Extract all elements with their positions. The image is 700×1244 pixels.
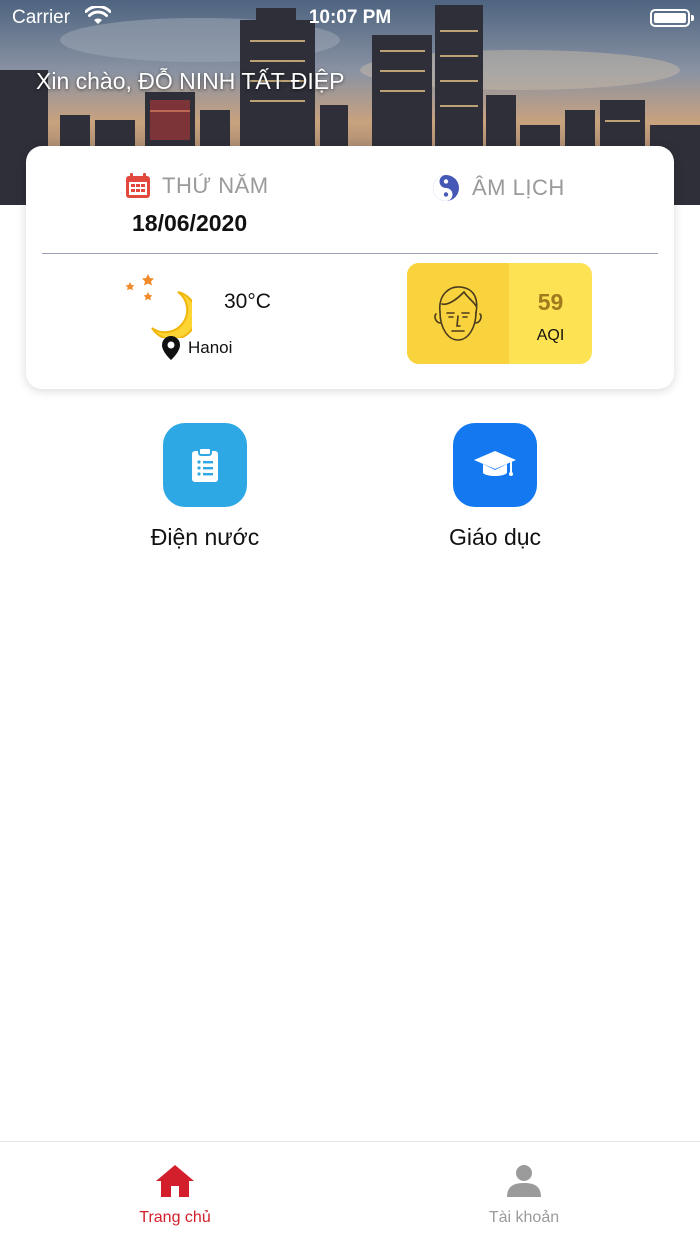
dien-nuoc-button[interactable] bbox=[163, 423, 247, 507]
card-divider bbox=[42, 253, 658, 254]
user-icon bbox=[507, 1165, 541, 1197]
battery-icon bbox=[650, 9, 694, 27]
tab-tai-khoan-label: Tài khoản bbox=[488, 1209, 560, 1226]
face-icon bbox=[434, 285, 482, 341]
aqi-face bbox=[407, 263, 509, 364]
tab-tai-khoan[interactable]: Tài khoản bbox=[424, 1164, 624, 1227]
greeting-text: Xin chào, ĐỖ NINH TẤT ĐIỆP bbox=[36, 68, 345, 94]
aqi-value: 59 bbox=[537, 289, 564, 315]
service-dien-nuoc[interactable]: Điện nước bbox=[105, 423, 305, 551]
service-giao-duc[interactable]: Giáo dục bbox=[395, 423, 595, 551]
tab-trang-chu[interactable]: Trang chủ bbox=[75, 1164, 275, 1227]
map-pin-icon bbox=[162, 336, 180, 360]
yin-yang-icon bbox=[433, 175, 459, 201]
date-text: 18/06/2020 bbox=[132, 210, 248, 236]
location: Hanoi bbox=[162, 336, 232, 360]
graduation-cap-icon bbox=[474, 451, 516, 476]
dien-nuoc-label: Điện nước bbox=[150, 524, 260, 550]
giao-duc-label: Giáo dục bbox=[448, 524, 542, 550]
temperature: 30°C bbox=[224, 290, 271, 313]
clipboard-icon bbox=[192, 447, 218, 482]
aqi-label: AQI bbox=[536, 327, 565, 344]
aqi-panel[interactable]: 59 AQI bbox=[407, 263, 592, 364]
location-name: Hanoi bbox=[188, 338, 233, 357]
day-of-week: THỨ NĂM bbox=[124, 172, 269, 200]
status-bar: Carrier 10:07 PM bbox=[0, 0, 700, 36]
home-icon bbox=[156, 1165, 194, 1197]
lunar-calendar-button[interactable]: ÂM LỊCH bbox=[432, 174, 565, 202]
giao-duc-button[interactable] bbox=[453, 423, 537, 507]
tab-bar: Trang chủ Tài khoản bbox=[0, 1141, 700, 1244]
status-time: 10:07 PM bbox=[308, 7, 392, 28]
info-card: THỨ NĂM 18/06/2020 ÂM LỊCH 30°C Hanoi 59… bbox=[26, 146, 674, 389]
day-name: THỨ NĂM bbox=[162, 173, 269, 198]
lunar-label: ÂM LỊCH bbox=[472, 175, 565, 200]
calendar-icon bbox=[126, 173, 150, 198]
night-weather-icon bbox=[125, 274, 192, 338]
tab-trang-chu-label: Trang chủ bbox=[139, 1209, 211, 1226]
